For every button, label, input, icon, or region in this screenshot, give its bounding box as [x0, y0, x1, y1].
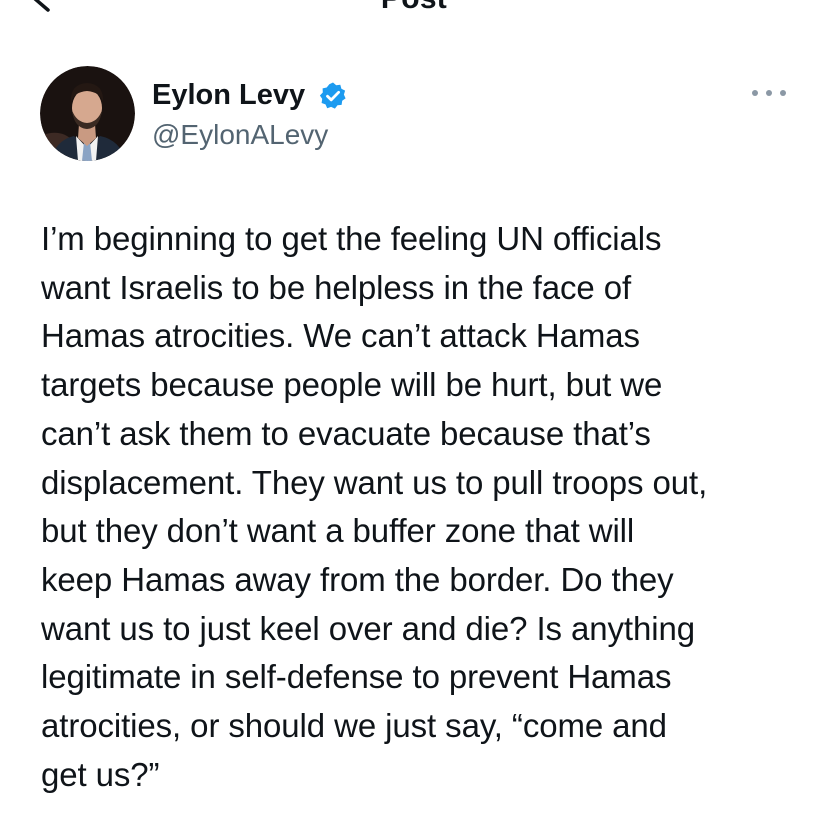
verified-badge-icon [318, 81, 348, 111]
avatar[interactable] [40, 66, 135, 161]
more-horizontal-icon [752, 90, 786, 96]
tweet-text: I’m beginning to get the feeling UN offi… [41, 220, 708, 793]
more-options-button[interactable] [752, 83, 786, 103]
author-handle[interactable]: @EylonALevy [152, 118, 328, 152]
author-display-name[interactable]: Eylon Levy [152, 78, 305, 112]
profile-photo [40, 66, 135, 161]
top-navigation-bar: Post [0, 0, 828, 16]
page-title: Post [0, 0, 828, 16]
